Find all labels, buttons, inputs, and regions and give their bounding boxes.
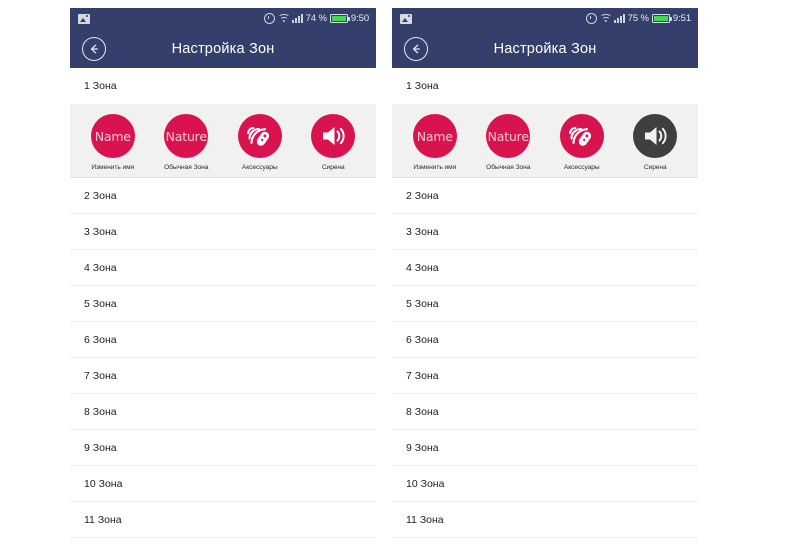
remote-control-icon	[237, 114, 282, 158]
action-zone-type[interactable]: Nature Обычная Зона	[150, 114, 224, 171]
action-rename-zone-label: Изменить имя	[413, 164, 457, 171]
zone-row-1[interactable]: 1 Зона	[70, 68, 376, 104]
zone-row-11[interactable]: 11 Зона	[70, 502, 376, 538]
page-title: Настройка Зон	[493, 40, 597, 57]
action-zone-type-label: Обычная Зона	[486, 164, 531, 171]
clock-label: 9:51	[672, 13, 691, 24]
action-accessories-label: Аксессуары	[241, 164, 278, 171]
status-bar-right: 74 % 9:50	[264, 13, 369, 24]
action-siren-label: Сирена	[643, 164, 667, 171]
action-accessories-label: Аксессуары	[563, 164, 600, 171]
nature-badge-icon: Nature	[486, 114, 531, 158]
signal-bars-icon	[614, 14, 625, 23]
alarm-clock-icon	[264, 13, 276, 24]
signal-bars-icon	[292, 14, 303, 23]
wifi-icon	[599, 14, 612, 23]
status-bar: 75 % 9:51	[392, 8, 698, 29]
zone-row-11[interactable]: 11 Зона	[392, 502, 698, 538]
action-siren-label: Сирена	[321, 164, 345, 171]
action-accessories[interactable]: Аксессуары	[545, 114, 619, 171]
zone-row-10[interactable]: 10 Зона	[70, 466, 376, 502]
action-siren[interactable]: Сирена	[297, 114, 371, 171]
zone-row-6[interactable]: 6 Зона	[392, 322, 698, 358]
alarm-clock-icon	[586, 13, 598, 24]
zone-row-5[interactable]: 5 Зона	[70, 286, 376, 322]
battery-percent-label: 75 %	[627, 13, 649, 24]
name-badge-text: Name	[416, 128, 453, 144]
back-arrow-icon[interactable]	[404, 36, 428, 61]
zone-row-1[interactable]: 1 Зона	[392, 68, 698, 104]
action-zone-type-label: Обычная Зона	[164, 164, 209, 171]
action-rename-zone[interactable]: Name Изменить имя	[398, 114, 472, 171]
status-bar-right: 75 % 9:51	[586, 13, 691, 24]
zone-row-9[interactable]: 9 Зона	[392, 430, 698, 466]
zone-row-3[interactable]: 3 Зона	[392, 214, 698, 250]
phone-screenshot-left: 74 % 9:50 Настройка Зон 1 Зона Name Изме…	[70, 8, 376, 544]
zone-row-4[interactable]: 4 Зона	[392, 250, 698, 286]
battery-percent-label: 74 %	[305, 13, 327, 24]
zone-row-6[interactable]: 6 Зона	[70, 322, 376, 358]
phone-screenshot-right: 75 % 9:51 Настройка Зон 1 Зона Name Изме…	[392, 8, 698, 544]
zone-row-4[interactable]: 4 Зона	[70, 250, 376, 286]
app-bar: Настройка Зон	[392, 29, 698, 68]
action-zone-type[interactable]: Nature Обычная Зона	[472, 114, 546, 171]
name-badge-icon: Name	[90, 114, 135, 158]
name-badge-icon: Name	[412, 114, 457, 158]
wifi-icon	[277, 14, 290, 23]
zone-row-9[interactable]: 9 Зона	[70, 430, 376, 466]
name-badge-text: Name	[94, 128, 131, 144]
zone-row-2[interactable]: 2 Зона	[392, 178, 698, 214]
zone-row-10[interactable]: 10 Зона	[392, 466, 698, 502]
status-bar-left	[400, 13, 412, 24]
nature-badge-text: Nature	[165, 128, 207, 144]
app-bar: Настройка Зон	[70, 29, 376, 68]
zone-row-3[interactable]: 3 Зона	[70, 214, 376, 250]
action-accessories[interactable]: Аксессуары	[223, 114, 297, 171]
zone-list: 1 Зона Name Изменить имя Nature Обычная …	[392, 68, 698, 538]
zone-action-panel: Name Изменить имя Nature Обычная Зона Ак…	[70, 104, 376, 178]
page-title: Настройка Зон	[171, 40, 275, 57]
siren-speaker-icon	[311, 114, 356, 158]
remote-control-icon	[559, 114, 604, 158]
status-bar-left	[78, 13, 90, 24]
zone-list: 1 Зона Name Изменить имя Nature Обычная …	[70, 68, 376, 538]
action-siren[interactable]: Сирена	[619, 114, 693, 171]
battery-icon	[329, 14, 350, 23]
zone-row-8[interactable]: 8 Зона	[392, 394, 698, 430]
image-icon	[400, 13, 412, 24]
action-rename-zone[interactable]: Name Изменить имя	[76, 114, 150, 171]
zone-row-7[interactable]: 7 Зона	[70, 358, 376, 394]
zone-row-5[interactable]: 5 Зона	[392, 286, 698, 322]
nature-badge-text: Nature	[487, 128, 529, 144]
zone-action-panel: Name Изменить имя Nature Обычная Зона Ак…	[392, 104, 698, 178]
zone-row-7[interactable]: 7 Зона	[392, 358, 698, 394]
zone-row-2[interactable]: 2 Зона	[70, 178, 376, 214]
image-icon	[78, 13, 90, 24]
siren-speaker-icon	[633, 114, 678, 158]
clock-label: 9:50	[350, 13, 369, 24]
nature-badge-icon: Nature	[164, 114, 209, 158]
zone-row-8[interactable]: 8 Зона	[70, 394, 376, 430]
action-rename-zone-label: Изменить имя	[91, 164, 135, 171]
back-arrow-icon[interactable]	[82, 36, 106, 61]
status-bar: 74 % 9:50	[70, 8, 376, 29]
screenshot-stage: 74 % 9:50 Настройка Зон 1 Зона Name Изме…	[0, 0, 800, 544]
battery-icon	[651, 14, 672, 23]
